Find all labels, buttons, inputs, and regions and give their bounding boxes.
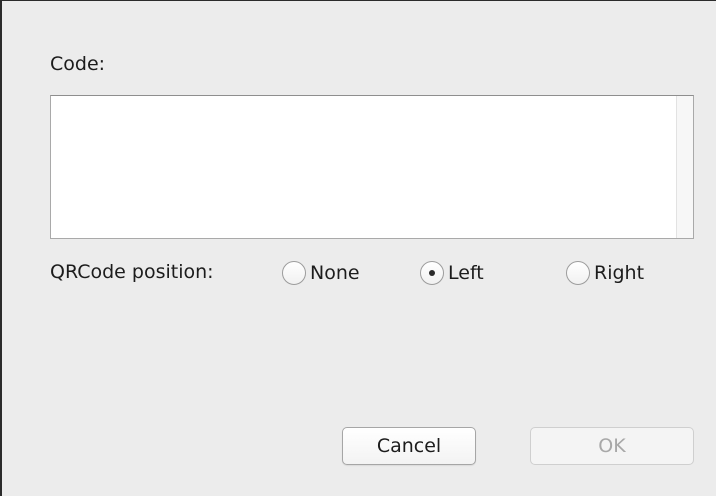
- radio-right-circle[interactable]: [566, 261, 590, 285]
- radio-right-label[interactable]: Right: [594, 262, 644, 284]
- cancel-button[interactable]: Cancel: [342, 427, 476, 465]
- radio-left-label[interactable]: Left: [448, 262, 484, 284]
- code-input[interactable]: [51, 96, 677, 238]
- radio-left-circle[interactable]: [420, 261, 444, 285]
- code-label: Code:: [50, 53, 106, 75]
- radio-none-label[interactable]: None: [310, 262, 360, 284]
- qrcode-position-group: QRCode position: None Left Right: [50, 257, 690, 289]
- radio-none[interactable]: None: [282, 257, 360, 289]
- qrcode-position-label: QRCode position:: [50, 261, 214, 283]
- radio-none-circle[interactable]: [282, 261, 306, 285]
- code-scrollbar[interactable]: [676, 96, 693, 238]
- qrcode-dialog: Code: QRCode position: None Left Right C…: [0, 0, 716, 496]
- code-text-area[interactable]: [50, 95, 694, 239]
- radio-right[interactable]: Right: [566, 257, 644, 289]
- ok-button[interactable]: OK: [530, 427, 694, 465]
- radio-left[interactable]: Left: [420, 257, 484, 289]
